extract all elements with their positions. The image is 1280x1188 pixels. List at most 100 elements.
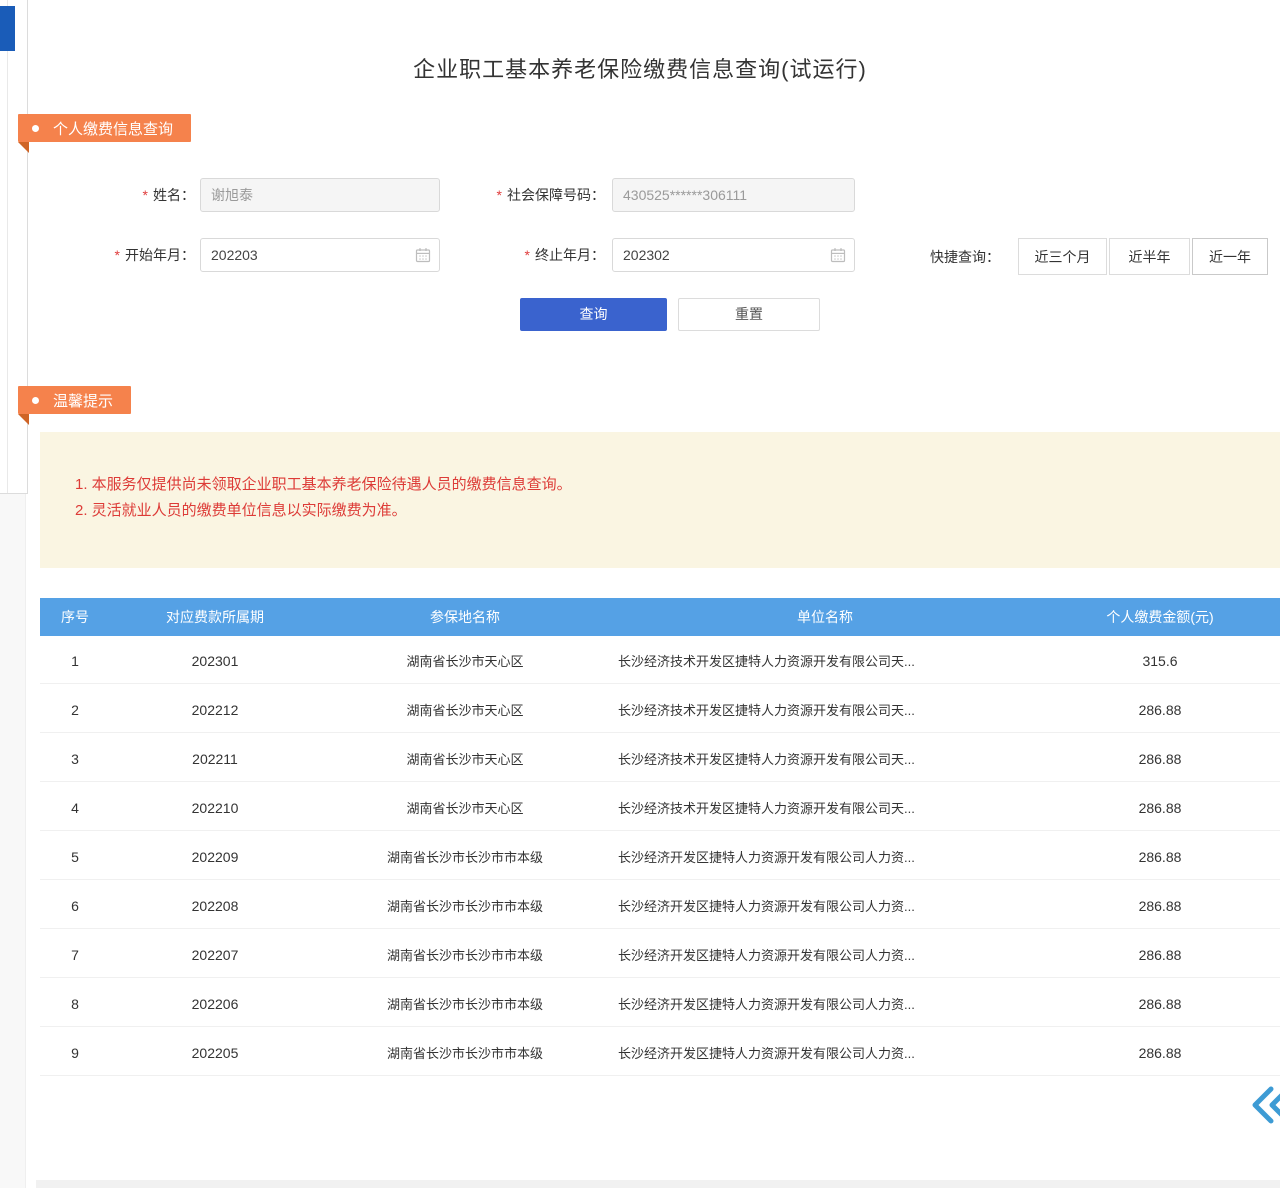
calendar-icon[interactable]: [415, 247, 431, 263]
cell-amount: 286.88: [1040, 1045, 1280, 1061]
cell-period: 202205: [110, 1045, 320, 1061]
required-asterisk: *: [497, 187, 502, 203]
cell-place: 湖南省长沙市长沙市市本级: [320, 945, 610, 964]
cell-period: 202210: [110, 800, 320, 816]
cell-amount: 286.88: [1040, 751, 1280, 767]
results-table: 序号 对应费款所属期 参保地名称 单位名称 个人缴费金额(元) 1 202301…: [40, 598, 1280, 1076]
required-asterisk: *: [143, 187, 148, 203]
ssn-label: *社会保障号码：: [440, 178, 605, 212]
table-row[interactable]: 3 202211 湖南省长沙市天心区 长沙经济技术开发区捷特人力资源开发有限公司…: [40, 736, 1280, 782]
tips-notice-box: 1. 本服务仅提供尚未领取企业职工基本养老保险待遇人员的缴费信息查询。 2. 灵…: [40, 432, 1280, 568]
query-button[interactable]: 查询: [520, 298, 667, 331]
cell-place: 湖南省长沙市长沙市市本级: [320, 896, 610, 915]
ribbon-fold: [18, 414, 29, 425]
cell-serial: 3: [40, 751, 110, 767]
cell-company: 长沙经济开发区捷特人力资源开发有限公司人力资...: [610, 896, 1040, 915]
cell-company: 长沙经济开发区捷特人力资源开发有限公司人力资...: [610, 1043, 1040, 1062]
calendar-icon[interactable]: [830, 247, 846, 263]
cell-serial: 7: [40, 947, 110, 963]
cell-place: 湖南省长沙市天心区: [320, 798, 610, 817]
cell-place: 湖南省长沙市天心区: [320, 700, 610, 719]
cell-place: 湖南省长沙市长沙市市本级: [320, 1043, 610, 1062]
quick-query-one-year-button[interactable]: 近一年: [1192, 238, 1268, 275]
table-row[interactable]: 7 202207 湖南省长沙市长沙市市本级 长沙经济开发区捷特人力资源开发有限公…: [40, 932, 1280, 978]
cell-company: 长沙经济开发区捷特人力资源开发有限公司人力资...: [610, 847, 1040, 866]
table-row[interactable]: 9 202205 湖南省长沙市长沙市市本级 长沙经济开发区捷特人力资源开发有限公…: [40, 1030, 1280, 1076]
cell-company: 长沙经济技术开发区捷特人力资源开发有限公司天...: [610, 651, 1040, 670]
required-asterisk: *: [525, 247, 530, 263]
name-input[interactable]: [200, 178, 440, 212]
cell-serial: 5: [40, 849, 110, 865]
bullet-dot-icon: [32, 125, 39, 132]
table-row[interactable]: 1 202301 湖南省长沙市天心区 长沙经济技术开发区捷特人力资源开发有限公司…: [40, 638, 1280, 684]
table-header-row: 序号 对应费款所属期 参保地名称 单位名称 个人缴费金额(元): [40, 598, 1280, 636]
cell-amount: 286.88: [1040, 996, 1280, 1012]
cell-amount: 286.88: [1040, 898, 1280, 914]
bottom-scrollbar-track[interactable]: [36, 1180, 1280, 1188]
col-header-amount: 个人缴费金额(元): [1040, 607, 1280, 627]
cell-company: 长沙经济开发区捷特人力资源开发有限公司人力资...: [610, 994, 1040, 1013]
section-badge-tips: 温馨提示: [18, 386, 131, 414]
cell-period: 202209: [110, 849, 320, 865]
cell-amount: 286.88: [1040, 800, 1280, 816]
end-month-input[interactable]: [612, 238, 855, 272]
quick-query-half-year-button[interactable]: 近半年: [1109, 238, 1190, 275]
ssn-input[interactable]: [612, 178, 855, 212]
table-row[interactable]: 8 202206 湖南省长沙市长沙市市本级 长沙经济开发区捷特人力资源开发有限公…: [40, 981, 1280, 1027]
table-row[interactable]: 5 202209 湖南省长沙市长沙市市本级 长沙经济开发区捷特人力资源开发有限公…: [40, 834, 1280, 880]
cell-serial: 1: [40, 653, 110, 669]
table-row[interactable]: 4 202210 湖南省长沙市天心区 长沙经济技术开发区捷特人力资源开发有限公司…: [40, 785, 1280, 831]
tips-line-1: 1. 本服务仅提供尚未领取企业职工基本养老保险待遇人员的缴费信息查询。: [75, 472, 1280, 498]
cell-company: 长沙经济技术开发区捷特人力资源开发有限公司天...: [610, 700, 1040, 719]
name-label: *姓名：: [40, 178, 195, 212]
quick-query-label: 快捷查询：: [930, 239, 1000, 275]
cell-amount: 286.88: [1040, 849, 1280, 865]
cell-place: 湖南省长沙市天心区: [320, 651, 610, 670]
cell-company: 长沙经济技术开发区捷特人力资源开发有限公司天...: [610, 749, 1040, 768]
section-badge-personal-query: 个人缴费信息查询: [18, 114, 191, 142]
col-header-serial: 序号: [40, 607, 110, 627]
cell-place: 湖南省长沙市长沙市市本级: [320, 994, 610, 1013]
cell-amount: 315.6: [1040, 653, 1280, 669]
cell-period: 202207: [110, 947, 320, 963]
cell-amount: 286.88: [1040, 702, 1280, 718]
col-header-company: 单位名称: [610, 607, 1040, 627]
quick-query-3-months-button[interactable]: 近三个月: [1018, 238, 1107, 275]
cell-serial: 2: [40, 702, 110, 718]
page-title: 企业职工基本养老保险缴费信息查询(试运行): [0, 52, 1280, 84]
double-chevron-left-icon[interactable]: [1250, 1084, 1280, 1126]
section-badge-label: 温馨提示: [53, 390, 113, 411]
sidebar-corner-tab[interactable]: [0, 6, 15, 51]
cell-period: 202208: [110, 898, 320, 914]
cell-serial: 4: [40, 800, 110, 816]
cell-period: 202211: [110, 751, 320, 767]
cell-period: 202212: [110, 702, 320, 718]
ribbon-fold: [18, 142, 29, 153]
section-badge-label: 个人缴费信息查询: [53, 118, 173, 139]
bullet-dot-icon: [32, 397, 39, 404]
end-month-label: *终止年月：: [440, 238, 605, 272]
table-body: 1 202301 湖南省长沙市天心区 长沙经济技术开发区捷特人力资源开发有限公司…: [40, 638, 1280, 1076]
cell-place: 湖南省长沙市长沙市市本级: [320, 847, 610, 866]
tips-line-2: 2. 灵活就业人员的缴费单位信息以实际缴费为准。: [75, 498, 1280, 524]
cell-company: 长沙经济开发区捷特人力资源开发有限公司人力资...: [610, 945, 1040, 964]
cell-serial: 9: [40, 1045, 110, 1061]
table-row[interactable]: 2 202212 湖南省长沙市天心区 长沙经济技术开发区捷特人力资源开发有限公司…: [40, 687, 1280, 733]
cell-serial: 6: [40, 898, 110, 914]
cell-serial: 8: [40, 996, 110, 1012]
cell-company: 长沙经济技术开发区捷特人力资源开发有限公司天...: [610, 798, 1040, 817]
col-header-period: 对应费款所属期: [110, 607, 320, 627]
cell-amount: 286.88: [1040, 947, 1280, 963]
required-asterisk: *: [115, 247, 120, 263]
start-month-label: *开始年月：: [40, 238, 195, 272]
reset-button[interactable]: 重置: [678, 298, 820, 331]
table-row[interactable]: 6 202208 湖南省长沙市长沙市市本级 长沙经济开发区捷特人力资源开发有限公…: [40, 883, 1280, 929]
end-month-field[interactable]: [612, 238, 855, 272]
left-margin-strip: [0, 494, 26, 1188]
cell-period: 202301: [110, 653, 320, 669]
start-month-field[interactable]: [200, 238, 440, 272]
cell-period: 202206: [110, 996, 320, 1012]
col-header-place: 参保地名称: [320, 607, 610, 627]
cell-place: 湖南省长沙市天心区: [320, 749, 610, 768]
start-month-input[interactable]: [200, 238, 440, 272]
